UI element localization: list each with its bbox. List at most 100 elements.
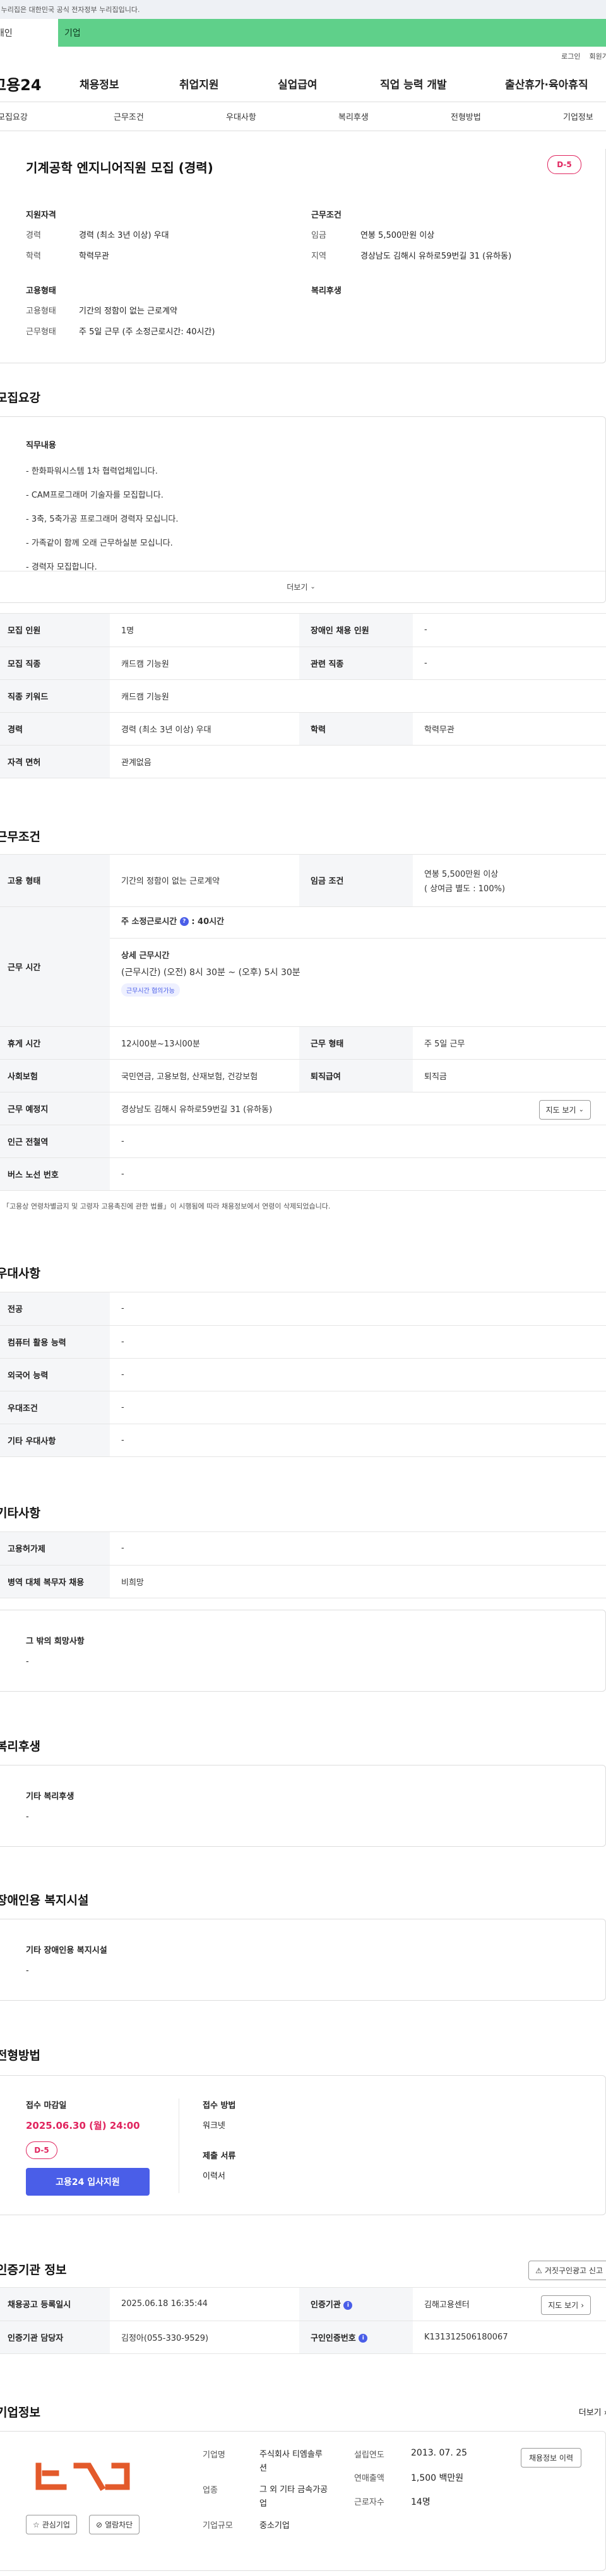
tab-personal[interactable]: 개인 xyxy=(0,19,58,47)
table-row: 모집 인원 1명 장애인 채용 인원 - xyxy=(0,614,606,647)
favorite-company-button[interactable]: ☆ 관심기업 xyxy=(26,2515,77,2534)
table-row: 컴퓨터 활용 능력 - xyxy=(0,1325,606,1359)
row-label: 구인인증번호 i xyxy=(299,2321,413,2354)
row-value: 캐드캠 기능원 xyxy=(110,647,299,680)
field-key: 근로자수 xyxy=(354,2498,384,2507)
hiring-history-button[interactable]: 채용정보 이력 xyxy=(520,2448,581,2468)
gov-notice-text: 이 누리집은 대한민국 공식 전자정부 누리집입니다. xyxy=(0,6,140,14)
nav-jobs[interactable]: 채용정보 xyxy=(80,76,119,91)
table-row: 모집 직종 캐드캠 기능원 관련 직종 - xyxy=(0,647,606,680)
tab-company[interactable]: 기업 xyxy=(58,19,606,47)
table-row: 인증기관 담당자 김정아(055-330-9529) 구인인증번호 i K131… xyxy=(0,2321,606,2354)
apply-section-title: 전형방법 xyxy=(0,2049,40,2063)
row-label: 고용허가제 xyxy=(0,1532,110,1566)
block-company-button[interactable]: ⊘ 열람차단 xyxy=(89,2515,140,2534)
hope-card: 그 밖의 희망사항 - xyxy=(0,1610,606,1692)
row-label: 자격 면허 xyxy=(0,745,110,778)
company-logo-mark xyxy=(35,2462,130,2491)
row-label: 모집 직종 xyxy=(0,647,110,680)
table-row: 기타 우대사항 - xyxy=(0,1424,606,1457)
nav-job-training[interactable]: 직업 능력 개발 xyxy=(380,76,447,91)
duty-more-bar[interactable]: 더보기 ⌄ xyxy=(0,571,605,602)
row-value: - xyxy=(110,1292,606,1326)
apply-button[interactable]: 고용24 입사지원 xyxy=(26,2168,150,2196)
nav-parental-leave[interactable]: 출산휴가·육아휴직 xyxy=(505,76,588,91)
nav-unemployment-benefit[interactable]: 실업급여 xyxy=(278,76,318,91)
star-icon: ☆ xyxy=(33,2520,40,2529)
cert-map-button[interactable]: 지도 보기 › xyxy=(541,2295,591,2315)
duty-line: - 3축, 5축가공 프로그래머 경력자 모십니다. xyxy=(26,515,179,524)
emp-title: 고용형태 xyxy=(26,286,56,296)
cond-value: 경상남도 김해시 유하로59번길 31 (유하동) xyxy=(360,252,512,261)
row-label: 근무 형태 xyxy=(299,1026,413,1060)
site-logo[interactable]: 고용24 xyxy=(0,73,68,95)
table-row: 고용허가제 - xyxy=(0,1532,606,1566)
row-value: 기간의 정함이 없는 근로계약 xyxy=(110,855,299,907)
row-value: 경상남도 김해시 유하로59번길 31 (유하동) 지도 보기 ⌄ xyxy=(110,1092,606,1125)
report-icon: ⚠ xyxy=(535,2266,542,2275)
false-ad-report-button[interactable]: ⚠ 거짓구인광고 신고 xyxy=(528,2261,606,2280)
prefer-table: 전공 - 컴퓨터 활용 능력 - 외국어 능력 - 우대조건 - 기타 우대사항 - xyxy=(0,1292,606,1457)
etc-table: 고용허가제 - 병역 대체 복무자 채용 비희망 xyxy=(0,1531,606,1598)
subtab-recruit[interactable]: 모집요강 xyxy=(0,110,28,122)
company-fields-2: 설립연도 2013. 07. 25 연매출액 1,500 백만원 근로자수 14… xyxy=(354,2448,493,2508)
row-label: 임금 조건 xyxy=(299,855,413,907)
info-icon[interactable]: ? xyxy=(179,917,189,926)
nav-employment-support[interactable]: 취업지원 xyxy=(179,76,219,91)
main-nav: 고용24 채용정보 취업지원 실업급여 직업 능력 개발 출산휴가·육아휴직 xyxy=(0,66,606,102)
field-value: 1,500 백만원 xyxy=(411,2473,464,2483)
row-value: - xyxy=(413,647,606,680)
row-value: 캐드캠 기능원 xyxy=(110,679,606,713)
info-icon[interactable]: i xyxy=(343,2300,353,2310)
table-row: 자격 면허 관계없음 xyxy=(0,745,606,778)
row-label-text: 인증기관 xyxy=(311,2300,341,2310)
cert-org: 김해고용센터 xyxy=(424,2300,470,2310)
qual-title: 지원자격 xyxy=(26,211,56,220)
field-row: 업종 그 외 기타 금속가공업 xyxy=(203,2483,329,2511)
wage-value: 연봉 5,500만원 이상 xyxy=(424,869,499,879)
company-more-link[interactable]: 더보기 › xyxy=(579,2406,606,2418)
tab-company-label: 기업 xyxy=(64,28,81,38)
dday-badge: D-5 xyxy=(547,155,581,174)
field-value: 14명 xyxy=(411,2497,431,2507)
field-value: 주식회사 티엠솔루션 xyxy=(259,2450,323,2473)
row-value: - xyxy=(110,1391,606,1424)
duty-lines: - 한화파워시스템 1차 협력업체입니다. - CAM프로그래머 기술자를 모집… xyxy=(26,460,179,580)
time-detail-title: 상세 근무시간 xyxy=(121,951,170,961)
field-key: 설립연도 xyxy=(354,2450,384,2460)
duty-line: - 가족같이 함께 오래 근무하실분 모십니다. xyxy=(26,539,173,548)
subtab-work[interactable]: 근무조건 xyxy=(114,110,144,122)
subtab-company[interactable]: 기업정보 xyxy=(563,110,593,122)
row-label: 병역 대체 복무자 채용 xyxy=(0,1565,110,1598)
subtab-prefer[interactable]: 우대사항 xyxy=(226,110,256,122)
wage-sub: ( 상여금 별도 : 100%) xyxy=(424,884,506,894)
welfare-sub: 기타 복리후생 xyxy=(26,1792,74,1801)
table-row: 인근 전철역 - xyxy=(0,1125,606,1158)
subtab-welfare[interactable]: 복리후생 xyxy=(338,110,369,122)
table-row: 직종 키워드 캐드캠 기능원 xyxy=(0,679,606,713)
field-row: 근로자수 14명 xyxy=(354,2495,493,2508)
row-label: 퇴직급여 xyxy=(299,1059,413,1092)
detail-section-tabs: 모집요강 근무조건 우대사항 복리후생 전형방법 기업정보 xyxy=(0,102,606,131)
login-link[interactable]: 로그인 xyxy=(561,51,580,61)
map-button-label: 지도 보기 xyxy=(545,1105,576,1115)
field-key: 업종 xyxy=(203,2486,218,2495)
hope-value: - xyxy=(26,1657,29,1666)
row-label: 관련 직종 xyxy=(299,647,413,680)
block-label: 열람차단 xyxy=(105,2520,133,2529)
row-value: 주 5일 근무 xyxy=(413,1026,606,1060)
subtab-selection[interactable]: 전형방법 xyxy=(451,110,481,122)
prefer-section-title: 우대사항 xyxy=(0,1267,40,1280)
row-value: 김해고용센터 지도 보기 › xyxy=(413,2288,606,2321)
info-icon[interactable]: i xyxy=(359,2334,368,2343)
map-button[interactable]: 지도 보기 ⌄ xyxy=(538,1099,591,1120)
chevron-down-icon: ⌄ xyxy=(578,1106,584,1113)
company-card: ☆ 관심기업 ⊘ 열람차단 기업명 주식회사 티엠솔루션 업종 그 외 기타 금… xyxy=(0,2431,606,2571)
hope-title: 그 밖의 희망사항 xyxy=(26,1637,85,1646)
table-row: 사회보험 국민연금, 고용보험, 산재보험, 건강보험 퇴직급여 퇴직금 xyxy=(0,1059,606,1092)
age-note: • 「고용상 연령차별금지 및 고령자 고용촉진에 관한 법률」이 시행됨에 따… xyxy=(0,1201,606,1211)
signup-link[interactable]: 회원가입 xyxy=(590,51,606,61)
field-key: 기업규모 xyxy=(203,2521,233,2531)
table-row: 채용공고 등록일시 2025.06.18 16:35:44 인증기관 i 김해고… xyxy=(0,2288,606,2321)
cert-table: 채용공고 등록일시 2025.06.18 16:35:44 인증기관 i 김해고… xyxy=(0,2287,606,2354)
